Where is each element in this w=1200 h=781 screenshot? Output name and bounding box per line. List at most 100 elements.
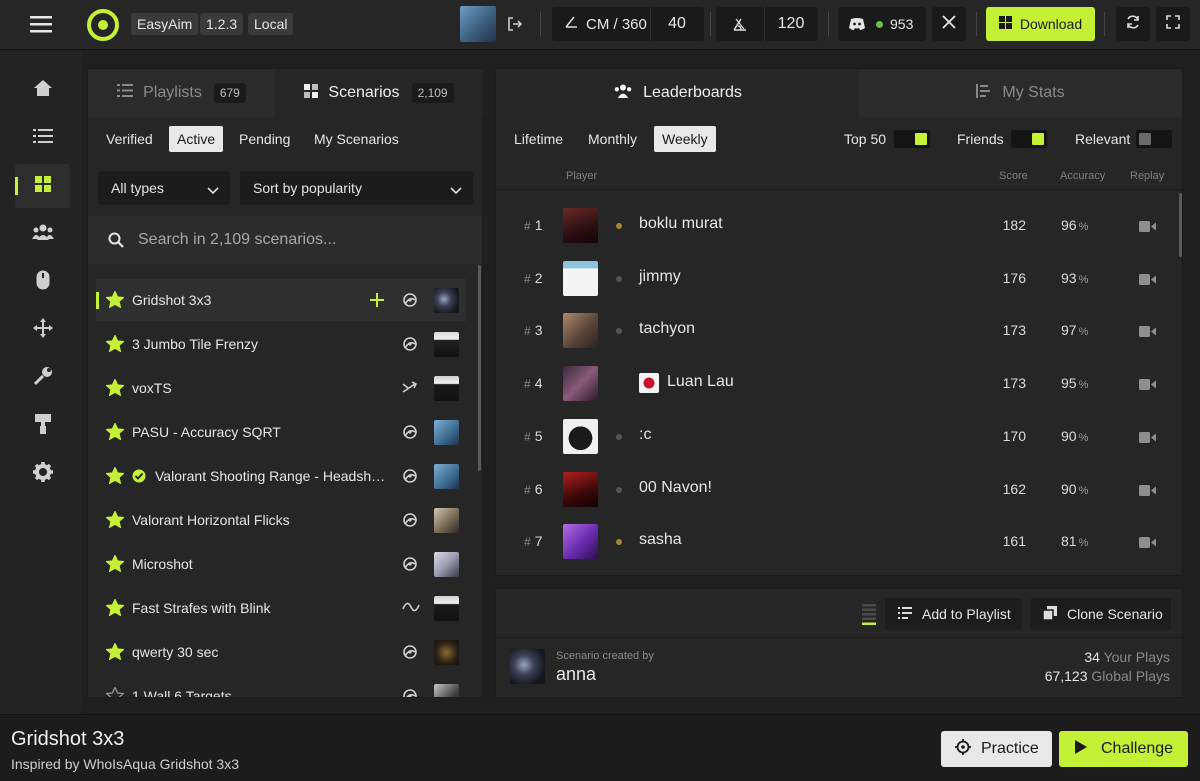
tab-scenarios[interactable]: Scenarios 2,109 xyxy=(275,69,483,117)
period-lifetime[interactable]: Lifetime xyxy=(506,126,571,152)
player-avatar[interactable] xyxy=(563,208,598,243)
x-social-button[interactable] xyxy=(932,7,966,41)
play-stats: 34 Your Plays 67,123 Global Plays xyxy=(1045,648,1170,686)
replay-camera-icon[interactable] xyxy=(1139,219,1156,235)
leaderboard-row[interactable]: #5:c 170 90% xyxy=(506,410,1166,462)
leaderboard-row[interactable]: #6 00 Navon! 162 90% xyxy=(506,463,1166,515)
scenario-row[interactable]: Valorant Shooting Range - Headshot... xyxy=(96,455,466,497)
relevant-toggle[interactable] xyxy=(1136,130,1172,148)
nav-tools[interactable] xyxy=(15,356,70,400)
player-name[interactable]: jimmy xyxy=(639,268,681,286)
nav-scenarios[interactable] xyxy=(15,164,70,208)
search-bar[interactable]: Search in 2,109 scenarios... xyxy=(88,216,482,264)
nav-theme[interactable] xyxy=(15,404,70,448)
hamburger-menu-icon[interactable] xyxy=(30,14,52,34)
leaderboard-row[interactable]: #1 boklu murat 182 96% xyxy=(506,199,1166,251)
replay-camera-icon[interactable] xyxy=(1139,430,1156,446)
x-logo-icon xyxy=(942,15,956,33)
search-input[interactable]: Search in 2,109 scenarios... xyxy=(138,231,336,249)
player-avatar[interactable] xyxy=(563,313,598,349)
player-avatar[interactable] xyxy=(563,524,598,560)
player-name[interactable]: 00 Navon! xyxy=(639,479,712,497)
rank: #6 xyxy=(524,481,542,497)
filter-active[interactable]: Active xyxy=(169,126,224,152)
nav-crosshair[interactable] xyxy=(15,308,70,352)
player-name[interactable]: boklu murat xyxy=(639,215,723,233)
challenge-button[interactable]: Challenge xyxy=(1059,731,1188,767)
scenario-row[interactable]: 3 Jumbo Tile Frenzy xyxy=(96,323,466,365)
favorite-star-icon[interactable] xyxy=(105,598,125,619)
filter-pending[interactable]: Pending xyxy=(231,126,298,152)
favorite-star-icon[interactable] xyxy=(105,466,125,487)
user-avatar[interactable] xyxy=(460,6,496,42)
add-plus-icon[interactable] xyxy=(369,292,385,311)
scenario-row[interactable]: Valorant Horizontal Flicks xyxy=(96,499,466,541)
refresh-button[interactable] xyxy=(1116,7,1150,41)
leaderboard-row[interactable]: #3 tachyon 173 97% xyxy=(506,304,1166,356)
tab-playlists[interactable]: Playlists 679 xyxy=(88,69,275,117)
creator-name[interactable]: anna xyxy=(556,664,596,685)
player-avatar[interactable] xyxy=(563,418,598,454)
favorite-star-icon[interactable] xyxy=(105,554,125,575)
top50-toggle[interactable] xyxy=(894,130,930,148)
scenario-row[interactable]: Fast Strafes with Blink xyxy=(96,587,466,629)
favorite-star-icon[interactable] xyxy=(105,642,125,663)
app-version: 1.2.3 xyxy=(200,13,244,35)
friends-toggle[interactable] xyxy=(1011,130,1047,148)
replay-camera-icon[interactable] xyxy=(1139,377,1156,393)
favorite-star-icon[interactable] xyxy=(105,510,125,531)
player-avatar[interactable] xyxy=(563,471,598,507)
replay-camera-icon[interactable] xyxy=(1139,483,1156,499)
scenario-row[interactable]: PASU - Accuracy SQRT xyxy=(96,411,466,453)
discord-button[interactable]: 953 xyxy=(838,7,926,41)
sort-select[interactable]: Sort by popularity xyxy=(240,171,473,205)
type-select[interactable]: All types xyxy=(98,171,230,205)
logout-icon[interactable] xyxy=(506,15,524,33)
favorite-star-icon[interactable] xyxy=(105,686,125,697)
favorite-star-icon[interactable] xyxy=(105,422,125,443)
fullscreen-button[interactable] xyxy=(1156,7,1190,41)
fov-value[interactable]: 120 xyxy=(764,15,818,33)
scenario-row[interactable]: qwerty 30 sec xyxy=(96,631,466,673)
add-to-playlist-button[interactable]: Add to Playlist xyxy=(885,598,1022,630)
favorite-star-icon[interactable] xyxy=(105,334,125,355)
favorite-star-icon[interactable] xyxy=(105,290,125,311)
filter-verified[interactable]: Verified xyxy=(98,126,161,152)
scenario-row[interactable]: Gridshot 3x3 xyxy=(96,279,466,321)
sensitivity-value[interactable]: 40 xyxy=(650,15,704,33)
player-name[interactable]: Luan Lau xyxy=(667,373,734,391)
practice-button[interactable]: Practice xyxy=(941,731,1052,767)
download-button[interactable]: Download xyxy=(986,7,1095,41)
player-name[interactable]: tachyon xyxy=(639,320,695,338)
nav-playlists[interactable] xyxy=(15,116,70,160)
nav-mouse[interactable] xyxy=(15,260,70,304)
nav-community[interactable] xyxy=(15,212,70,256)
replay-camera-icon[interactable] xyxy=(1139,272,1156,288)
player-avatar[interactable] xyxy=(563,366,598,402)
replay-camera-icon[interactable] xyxy=(1139,535,1156,551)
fov-control[interactable]: 120 xyxy=(716,7,818,41)
player-score: 176 xyxy=(1002,269,1026,286)
creator-avatar[interactable] xyxy=(510,649,545,684)
app-name: EasyAim xyxy=(131,13,199,35)
leaderboard-row[interactable]: #4 Luan Lau 173 95% xyxy=(506,357,1166,409)
player-name[interactable]: sasha xyxy=(639,531,682,549)
nav-home[interactable] xyxy=(15,68,70,112)
clone-scenario-button[interactable]: Clone Scenario xyxy=(1030,598,1171,630)
favorite-star-icon[interactable] xyxy=(105,378,125,399)
period-weekly[interactable]: Weekly xyxy=(654,126,716,152)
player-avatar[interactable] xyxy=(563,260,598,296)
sensitivity-control[interactable]: CM / 360 40 xyxy=(552,7,704,41)
tab-leaderboards[interactable]: Leaderboards xyxy=(496,69,859,117)
leaderboard-row[interactable]: #7 sasha 161 81% xyxy=(506,515,1166,567)
nav-settings[interactable] xyxy=(15,452,70,496)
scenario-row[interactable]: Microshot xyxy=(96,543,466,585)
player-name[interactable]: :c xyxy=(639,426,651,444)
filter-my-scenarios[interactable]: My Scenarios xyxy=(306,126,407,152)
tab-my-stats[interactable]: My Stats xyxy=(859,69,1182,117)
period-monthly[interactable]: Monthly xyxy=(580,126,645,152)
leaderboard-row[interactable]: #2 jimmy 176 93% xyxy=(506,252,1166,304)
scenario-row[interactable]: voxTS xyxy=(96,367,466,409)
replay-camera-icon[interactable] xyxy=(1139,324,1156,340)
scenario-row[interactable]: 1 Wall 6 Targets xyxy=(96,675,466,697)
